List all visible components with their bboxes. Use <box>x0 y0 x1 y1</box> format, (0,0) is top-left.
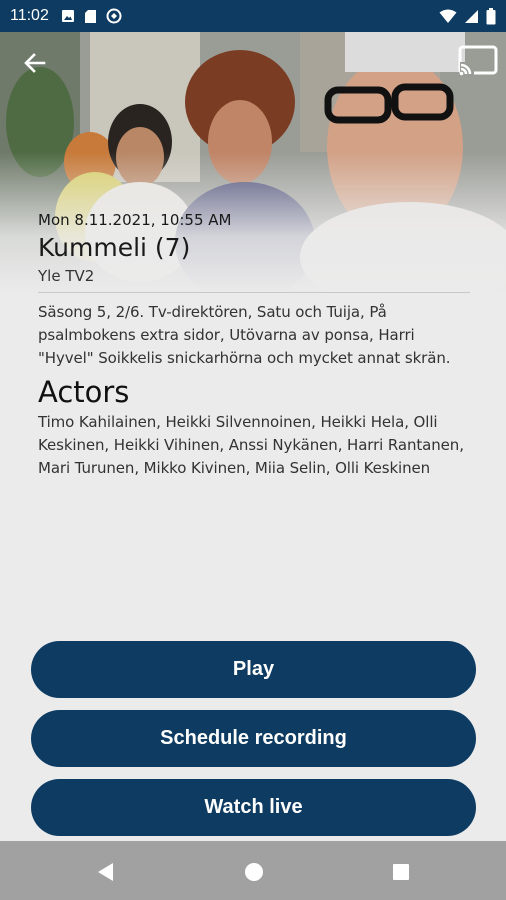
actors-list: Timo Kahilainen, Heikki Silvennoinen, He… <box>38 413 464 477</box>
divider <box>38 292 470 293</box>
nav-recents-icon[interactable] <box>390 861 412 883</box>
sync-icon <box>106 8 122 24</box>
image-icon <box>61 10 74 22</box>
watch-live-button[interactable]: Watch live <box>31 779 476 836</box>
program-description: Säsong 5, 2/6. Tv-direktören, Satu och T… <box>38 303 451 367</box>
battery-icon <box>486 7 496 24</box>
wifi-icon <box>439 9 457 23</box>
air-time: Mon 8.11.2021, 10:55 AM <box>38 211 232 229</box>
sd-card-icon <box>84 9 96 23</box>
play-button[interactable]: Play <box>31 641 476 698</box>
status-time: 11:02 <box>10 7 49 24</box>
arrow-back-icon[interactable] <box>20 48 50 78</box>
signal-icon <box>465 9 478 23</box>
nav-home-icon[interactable] <box>243 861 265 883</box>
program-details: Mon 8.11.2021, 10:55 AM Kummeli (7) Yle … <box>38 210 470 480</box>
schedule-recording-button[interactable]: Schedule recording <box>31 710 476 767</box>
navigation-bar <box>0 841 506 900</box>
program-title: Kummeli (7) <box>38 233 191 262</box>
status-bar: 11:02 <box>0 0 506 32</box>
channel-name: Yle TV2 <box>38 267 95 285</box>
cast-icon[interactable] <box>458 44 498 78</box>
actors-heading: Actors <box>38 375 130 409</box>
nav-back-icon[interactable] <box>95 861 117 883</box>
